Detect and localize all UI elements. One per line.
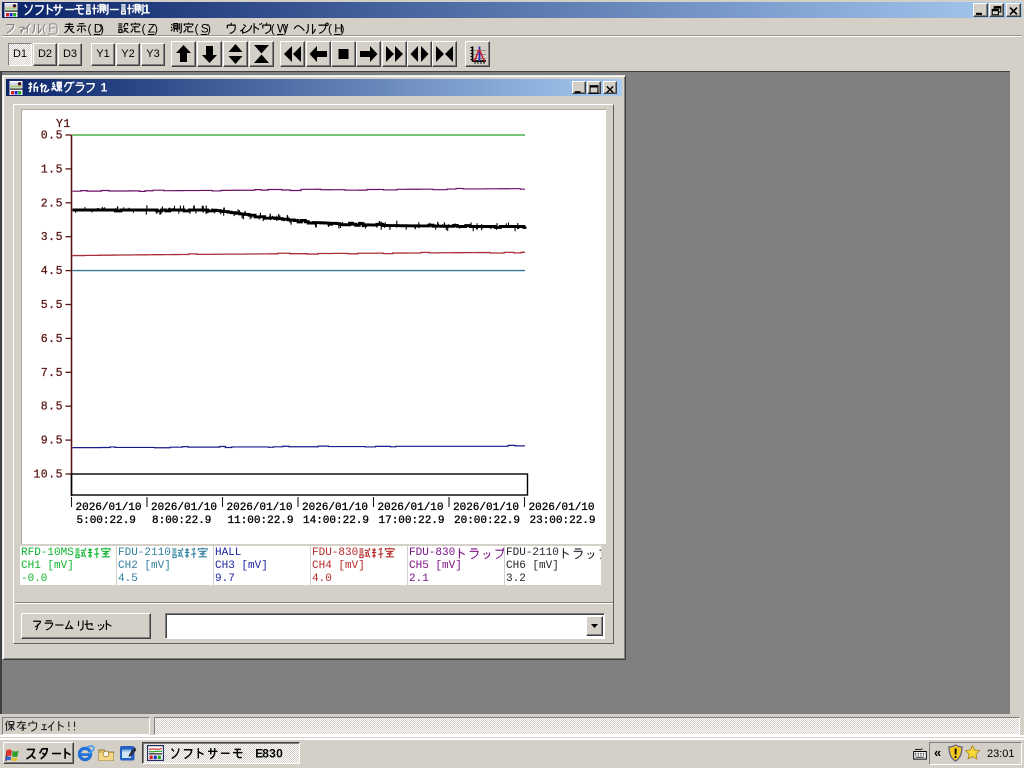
- svg-text:2.5: 2.5: [41, 197, 63, 210]
- svg-text:2026/01/10: 2026/01/10: [151, 502, 217, 514]
- svg-text:2026/01/10: 2026/01/10: [529, 502, 595, 514]
- svg-text:2026/01/10: 2026/01/10: [378, 502, 444, 514]
- svg-text:(: (: [142, 21, 146, 35]
- svg-text:9.5: 9.5: [41, 435, 63, 448]
- svg-text:2026/01/10: 2026/01/10: [453, 502, 519, 514]
- svg-text:2026/01/10: 2026/01/10: [302, 502, 368, 514]
- svg-text:8:00:22.9: 8:00:22.9: [152, 515, 211, 527]
- svg-text:1: 1: [101, 80, 108, 94]
- svg-text:17:00:22.9: 17:00:22.9: [379, 515, 445, 527]
- svg-text:): ): [55, 21, 59, 35]
- svg-text:): ): [207, 21, 211, 35]
- svg-text:5.5: 5.5: [41, 299, 63, 312]
- svg-text:(: (: [88, 21, 92, 35]
- svg-text:8: 8: [262, 746, 269, 760]
- svg-text:(: (: [328, 21, 332, 35]
- svg-text:2026/01/10: 2026/01/10: [227, 502, 293, 514]
- svg-text:3: 3: [269, 746, 276, 760]
- svg-text:): ): [341, 21, 345, 35]
- svg-text:11:00:22.9: 11:00:22.9: [228, 515, 294, 527]
- svg-text:): ): [154, 21, 158, 35]
- svg-text:3.5: 3.5: [41, 231, 63, 244]
- svg-text:5:00:22.9: 5:00:22.9: [77, 515, 136, 527]
- svg-text:(: (: [195, 21, 199, 35]
- svg-text:): ): [100, 21, 104, 35]
- svg-text:23:00:22.9: 23:00:22.9: [530, 515, 596, 527]
- svg-text:6.5: 6.5: [41, 333, 63, 346]
- svg-text:7.5: 7.5: [41, 367, 63, 380]
- svg-text:1: 1: [143, 2, 150, 17]
- svg-text:(: (: [42, 21, 46, 35]
- svg-text:2026/01/10: 2026/01/10: [76, 502, 142, 514]
- svg-text:Y1: Y1: [56, 118, 71, 131]
- svg-text:(: (: [271, 21, 275, 35]
- svg-text:0: 0: [276, 746, 283, 760]
- svg-text:1.5: 1.5: [41, 163, 63, 176]
- svg-text:4.5: 4.5: [41, 265, 63, 278]
- svg-text:20:00:22.9: 20:00:22.9: [454, 515, 520, 527]
- svg-text:): ): [283, 21, 287, 35]
- svg-text:8.5: 8.5: [41, 401, 63, 414]
- svg-text:14:00:22.9: 14:00:22.9: [303, 515, 369, 527]
- svg-text:10.5: 10.5: [33, 469, 63, 482]
- svg-text:0.5: 0.5: [41, 130, 63, 143]
